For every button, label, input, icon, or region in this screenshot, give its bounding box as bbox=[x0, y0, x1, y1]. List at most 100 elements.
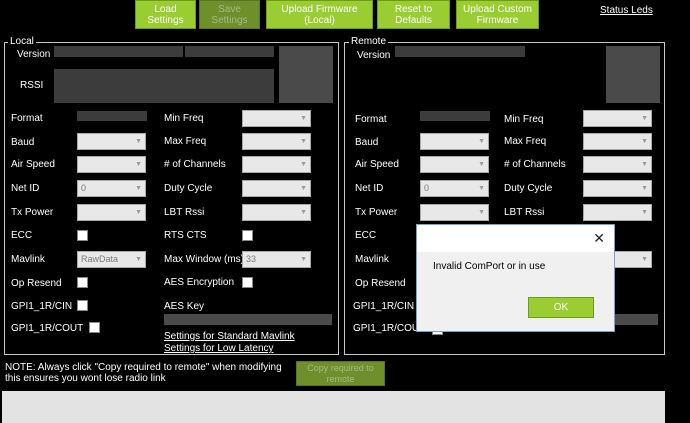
local-aes-key-label: AES Key bbox=[164, 301, 205, 312]
chevron-down-icon: ▼ bbox=[641, 115, 648, 122]
local-baud-label: Baud bbox=[11, 137, 35, 148]
remote-air-speed-select[interactable]: ▼ bbox=[420, 156, 489, 173]
remote-min-freq-label: Min Freq bbox=[504, 114, 544, 125]
local-net-id-select[interactable]: 0 ▼ bbox=[77, 180, 146, 197]
local-rssi-label: RSSI bbox=[20, 80, 44, 91]
local-gpi-cin-label: GPI1_1R/CIN bbox=[11, 301, 73, 312]
remote-min-freq-select[interactable]: ▼ bbox=[583, 110, 652, 127]
load-settings-button[interactable]: Load Settings bbox=[135, 0, 196, 29]
remote-max-freq-label: Max Freq bbox=[504, 136, 547, 147]
remote-lbt-rssi-label: LBT Rssi bbox=[504, 207, 545, 218]
local-max-freq-select[interactable]: ▼ bbox=[242, 133, 311, 150]
chevron-down-icon: ▼ bbox=[300, 256, 307, 263]
remote-ecc-label: ECC bbox=[355, 230, 377, 241]
local-gpi-cout-checkbox[interactable] bbox=[89, 322, 100, 333]
local-rssi-field bbox=[54, 69, 274, 103]
local-gpi-cin-checkbox[interactable] bbox=[77, 300, 88, 311]
chevron-down-icon: ▼ bbox=[641, 161, 648, 168]
chevron-down-icon: ▼ bbox=[300, 138, 307, 145]
local-max-window-select[interactable]: 33 ▼ bbox=[242, 251, 311, 268]
chevron-down-icon: ▼ bbox=[135, 209, 142, 216]
local-min-freq-select[interactable]: ▼ bbox=[242, 110, 311, 127]
local-mavlink-select[interactable]: RawData ▼ bbox=[77, 251, 146, 268]
local-min-freq-label: Min Freq bbox=[164, 113, 204, 124]
remote-gpi-cout-label: GPI1_1R/COUT bbox=[353, 323, 426, 334]
local-lbt-rssi-label: LBT Rssi bbox=[164, 207, 205, 218]
remote-format-label: Format bbox=[355, 114, 387, 125]
local-ecc-checkbox[interactable] bbox=[77, 230, 88, 241]
local-format-field bbox=[77, 111, 147, 121]
chevron-down-icon: ▼ bbox=[478, 185, 485, 192]
error-dialog: ✕ Invalid ComPort or in use OK bbox=[416, 224, 615, 332]
local-lbt-rssi-select[interactable]: ▼ bbox=[242, 204, 311, 221]
local-air-speed-label: Air Speed bbox=[11, 159, 55, 170]
remote-lbt-rssi-select[interactable]: ▼ bbox=[583, 204, 652, 221]
chevron-down-icon: ▼ bbox=[300, 209, 307, 216]
remote-tx-power-select[interactable]: ▼ bbox=[420, 204, 489, 221]
local-version-field-2 bbox=[185, 46, 274, 57]
chevron-down-icon: ▼ bbox=[641, 209, 648, 216]
status-leds-link[interactable]: Status Leds bbox=[600, 5, 653, 16]
remote-gpi-cin-label: GPI1_1R/CIN bbox=[353, 301, 415, 312]
note-text: NOTE: Always click "Copy required to rem… bbox=[5, 362, 282, 384]
local-op-resend-label: Op Resend bbox=[11, 278, 62, 289]
local-channels-label: # of Channels bbox=[164, 159, 226, 170]
local-channels-select[interactable]: ▼ bbox=[242, 156, 311, 173]
local-aes-key-input[interactable] bbox=[164, 314, 332, 325]
upload-firmware-local-button[interactable]: Upload Firmware (Local) bbox=[266, 0, 373, 29]
local-aes-encryption-checkbox[interactable] bbox=[242, 277, 253, 288]
local-duty-cycle-select[interactable]: ▼ bbox=[242, 180, 311, 197]
remote-air-speed-label: Air Speed bbox=[355, 159, 399, 170]
close-icon[interactable]: ✕ bbox=[593, 230, 605, 246]
local-ecc-label: ECC bbox=[11, 230, 33, 241]
local-air-speed-select[interactable]: ▼ bbox=[77, 156, 146, 173]
local-rts-cts-label: RTS CTS bbox=[164, 230, 207, 241]
remote-op-resend-label: Op Resend bbox=[355, 278, 406, 289]
local-max-freq-label: Max Freq bbox=[164, 136, 207, 147]
chevron-down-icon: ▼ bbox=[641, 256, 648, 263]
ok-button[interactable]: OK bbox=[528, 297, 594, 318]
local-group-title: Local bbox=[8, 36, 36, 47]
chevron-down-icon: ▼ bbox=[478, 161, 485, 168]
remote-channels-select[interactable]: ▼ bbox=[583, 156, 652, 173]
remote-channels-label: # of Channels bbox=[504, 159, 566, 170]
local-info-box bbox=[279, 46, 333, 103]
local-op-resend-checkbox[interactable] bbox=[77, 277, 88, 288]
chevron-down-icon: ▼ bbox=[135, 185, 142, 192]
remote-format-field bbox=[420, 111, 490, 121]
local-aes-encryption-label: AES Encryption bbox=[164, 277, 235, 288]
chevron-down-icon: ▼ bbox=[641, 185, 648, 192]
local-format-label: Format bbox=[11, 113, 43, 124]
save-settings-button[interactable]: Save Settings bbox=[199, 0, 260, 29]
remote-net-id-select[interactable]: 0 ▼ bbox=[420, 180, 489, 197]
remote-baud-select[interactable]: ▼ bbox=[420, 133, 489, 150]
local-tx-power-select[interactable]: ▼ bbox=[77, 204, 146, 221]
reset-defaults-button[interactable]: Reset to Defaults bbox=[377, 0, 450, 29]
local-mavlink-label: Mavlink bbox=[11, 254, 45, 265]
chevron-down-icon: ▼ bbox=[300, 115, 307, 122]
chevron-down-icon: ▼ bbox=[478, 138, 485, 145]
remote-max-freq-select[interactable]: ▼ bbox=[583, 133, 652, 150]
local-rts-cts-checkbox[interactable] bbox=[242, 230, 253, 241]
local-duty-cycle-label: Duty Cycle bbox=[164, 183, 213, 194]
remote-duty-cycle-select[interactable]: ▼ bbox=[583, 180, 652, 197]
remote-info-box bbox=[606, 46, 660, 103]
chevron-down-icon: ▼ bbox=[300, 161, 307, 168]
upload-custom-firmware-button[interactable]: Upload Custom Firmware bbox=[456, 0, 539, 29]
remote-mavlink-label: Mavlink bbox=[355, 254, 389, 265]
local-max-window-label: Max Window (ms) bbox=[164, 254, 245, 265]
remote-tx-power-label: Tx Power bbox=[355, 207, 398, 218]
chevron-down-icon: ▼ bbox=[135, 256, 142, 263]
log-box bbox=[2, 391, 665, 423]
chevron-down-icon: ▼ bbox=[641, 138, 648, 145]
chevron-down-icon: ▼ bbox=[300, 185, 307, 192]
local-tx-power-label: Tx Power bbox=[11, 207, 54, 218]
remote-duty-cycle-label: Duty Cycle bbox=[504, 183, 553, 194]
copy-required-button[interactable]: Copy required to remote bbox=[296, 361, 385, 386]
local-net-id-label: Net ID bbox=[11, 183, 40, 194]
standard-mavlink-link[interactable]: Settings for Standard Mavlink bbox=[164, 331, 295, 342]
local-version-label: Version bbox=[17, 49, 51, 60]
low-latency-link[interactable]: Settings for Low Latency bbox=[164, 343, 274, 354]
remote-net-id-label: Net ID bbox=[355, 183, 384, 194]
local-baud-select[interactable]: ▼ bbox=[77, 133, 146, 150]
